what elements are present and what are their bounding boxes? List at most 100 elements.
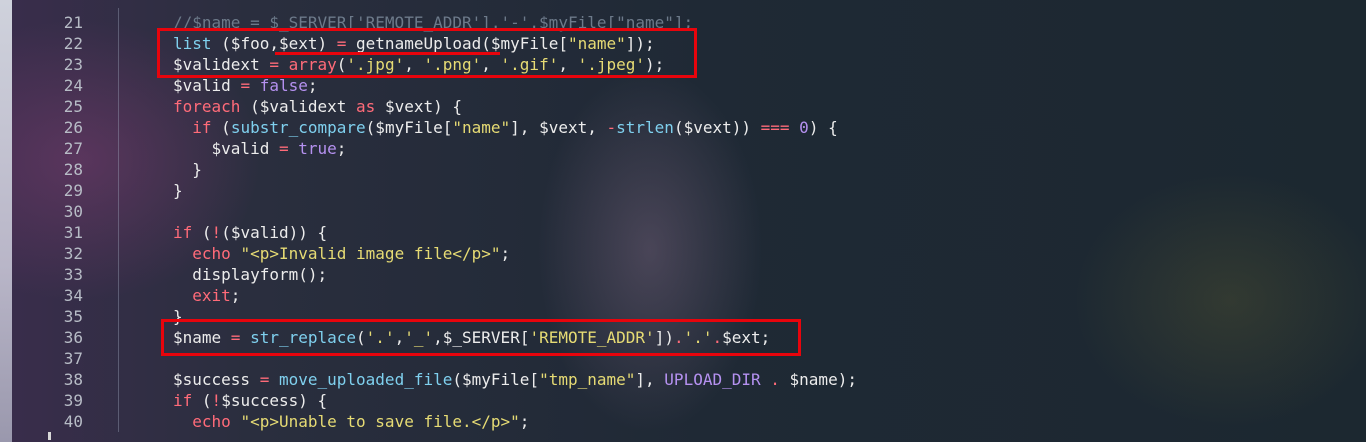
code-token: displayform();: [173, 265, 328, 284]
code-token: ;: [519, 412, 530, 431]
code-token: "tmp_name": [539, 370, 636, 389]
line-number: 34: [63, 286, 83, 305]
code-token: $valid: [173, 139, 279, 158]
code-line[interactable]: 28 }: [0, 159, 1366, 180]
code-token: -: [606, 118, 617, 137]
line-number: 29: [63, 181, 83, 200]
code-token: if: [173, 223, 202, 242]
code-text: if (!($valid)) {: [173, 222, 327, 243]
code-editor[interactable]: 21//$name = $_SERVER['REMOTE_ADDR'].'-'.…: [0, 0, 1366, 442]
annotation-underline: [275, 52, 500, 55]
code-line[interactable]: 34 exit;: [0, 285, 1366, 306]
line-number: 24: [63, 76, 83, 95]
code-token: ($valid)) {: [221, 223, 328, 242]
line-number: 25: [63, 97, 83, 116]
code-line[interactable]: 39 if (!$success) {: [0, 390, 1366, 411]
code-token: =: [259, 370, 279, 389]
code-token: $vext) {: [384, 97, 462, 116]
code-token: "<p>Unable to save file.</p>": [240, 412, 520, 431]
code-text: echo "<p>Unable to save file.</p>";: [173, 411, 529, 432]
code-token: $success) {: [221, 391, 328, 410]
code-token: move_uploaded_file: [278, 370, 453, 389]
code-token: "name": [452, 118, 511, 137]
code-line[interactable]: 25 foreach ($validext as $vext) {: [0, 96, 1366, 117]
code-line[interactable]: 27 $valid = true;: [0, 138, 1366, 159]
line-number: 36: [63, 328, 83, 347]
code-line[interactable]: 38 $success = move_uploaded_file($myFile[…: [0, 369, 1366, 390]
line-number: 38: [63, 370, 83, 389]
line-number: 40: [63, 412, 83, 431]
code-text: if (substr_compare($myFile["name"], $vex…: [173, 117, 838, 138]
line-number: 33: [63, 265, 83, 284]
code-token: foreach: [173, 97, 251, 116]
line-number: 37: [63, 349, 83, 368]
line-number: 23: [63, 55, 83, 74]
line-number: 26: [63, 118, 83, 137]
code-token: ;: [500, 244, 511, 263]
code-token: "<p>Invalid image file</p>": [240, 244, 501, 263]
line-number: 30: [63, 202, 83, 221]
code-token: =: [278, 139, 299, 158]
code-token: ($myFile[: [452, 370, 540, 389]
code-text: $valid = true;: [173, 138, 347, 159]
code-line[interactable]: 40 echo "<p>Unable to save file.</p>";: [0, 411, 1366, 432]
code-token: ($validext: [250, 97, 357, 116]
line-number: 35: [63, 307, 83, 326]
code-token: ($vext)): [673, 118, 761, 137]
code-token: ) {: [808, 118, 838, 137]
code-token: ;: [230, 286, 241, 305]
code-token: strlen: [616, 118, 674, 137]
code-token: true: [298, 139, 337, 158]
code-token: }: [173, 181, 183, 200]
code-token: substr_compare: [230, 118, 366, 137]
code-token: =: [240, 76, 260, 95]
code-text: foreach ($validext as $vext) {: [173, 96, 462, 117]
code-token: ;: [307, 76, 318, 95]
code-token: 0: [799, 118, 809, 137]
code-text: if (!$success) {: [173, 390, 327, 411]
line-number: 22: [63, 34, 83, 53]
code-text: $success = move_uploaded_file($myFile["t…: [173, 369, 857, 390]
code-token: $name);: [789, 370, 857, 389]
code-token: if: [173, 391, 202, 410]
code-token: .: [770, 370, 790, 389]
code-line[interactable]: 30: [0, 201, 1366, 222]
code-line[interactable]: 31 if (!($valid)) {: [0, 222, 1366, 243]
code-token: exit: [173, 286, 231, 305]
code-token: echo: [173, 412, 241, 431]
code-token: (: [221, 118, 231, 137]
code-token: ;: [336, 139, 347, 158]
code-token: ===: [760, 118, 800, 137]
code-token: }: [173, 160, 202, 179]
code-text: echo "<p>Invalid image file</p>";: [173, 243, 510, 264]
code-token: false: [259, 76, 308, 95]
code-token: ($myFile[: [365, 118, 453, 137]
code-token: $valid: [173, 76, 241, 95]
code-token: as: [356, 97, 385, 116]
code-token: !: [211, 391, 222, 410]
code-token: (: [201, 223, 212, 242]
code-token: echo: [173, 244, 241, 263]
code-token: (: [201, 391, 212, 410]
line-number: 39: [63, 391, 83, 410]
code-text: $valid = false;: [173, 75, 318, 96]
code-text: exit;: [173, 285, 240, 306]
code-token: ], $vext,: [510, 118, 607, 137]
code-text: }: [173, 180, 183, 201]
text-cursor: [48, 432, 51, 440]
code-line[interactable]: 26 if (substr_compare($myFile["name"], $…: [0, 117, 1366, 138]
code-line[interactable]: 33 displayform();: [0, 264, 1366, 285]
line-number: 28: [63, 160, 83, 179]
code-line[interactable]: 32 echo "<p>Invalid image file</p>";: [0, 243, 1366, 264]
code-text: displayform();: [173, 264, 327, 285]
line-number: 21: [63, 13, 83, 32]
annotation-box-name-replace: [161, 319, 801, 356]
code-token: $success: [173, 370, 260, 389]
code-token: !: [211, 223, 222, 242]
code-line[interactable]: 29}: [0, 180, 1366, 201]
code-line[interactable]: 24 $valid = false;: [0, 75, 1366, 96]
code-text: }: [173, 159, 202, 180]
code-token: ],: [635, 370, 665, 389]
code-token: UPLOAD_DIR: [664, 370, 771, 389]
line-number: 32: [63, 244, 83, 263]
